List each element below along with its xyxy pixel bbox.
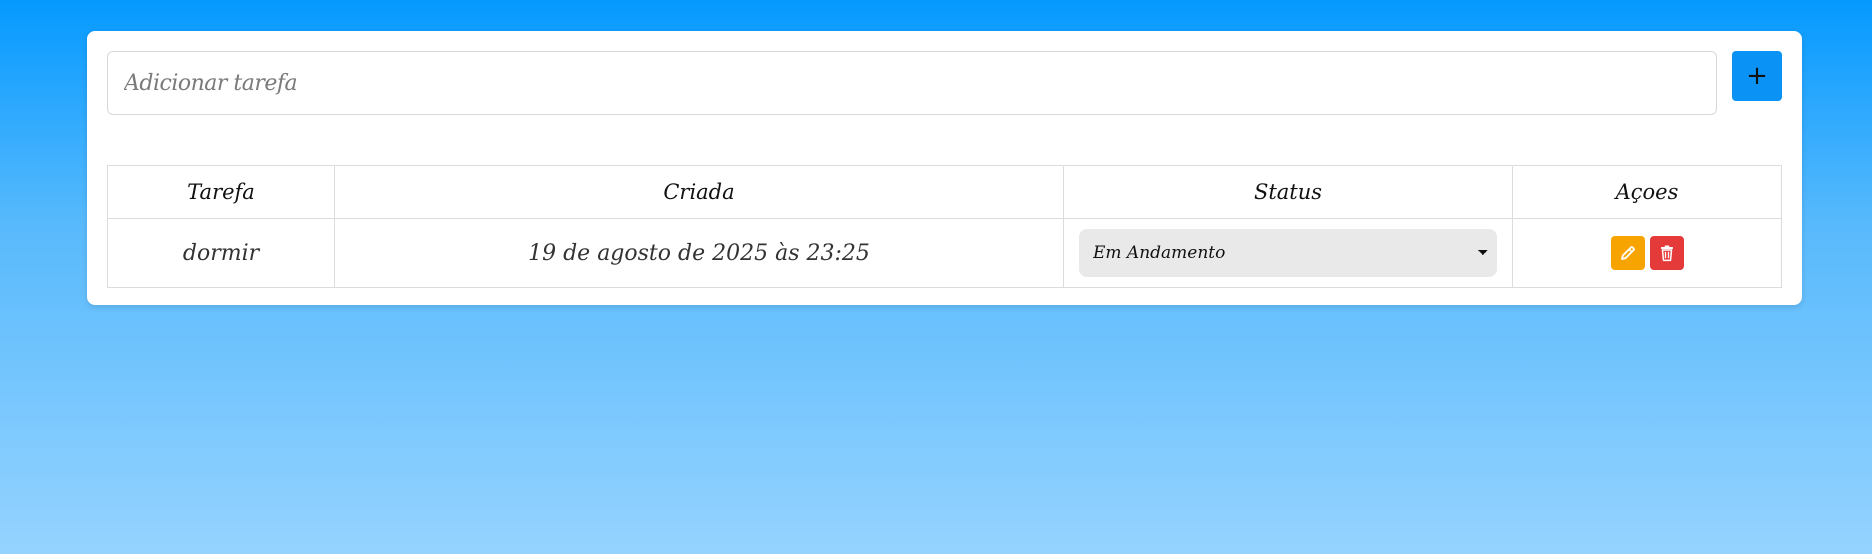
header-status: Status [1063,165,1513,219]
add-task-row: + [107,51,1782,115]
status-cell: Em Andamento [1063,218,1513,288]
edit-button[interactable] [1610,236,1645,270]
task-name-cell: dormir [107,218,335,288]
trash-icon [1658,244,1676,262]
created-date-cell: 19 de agosto de 2025 às 23:25 [334,218,1064,288]
actions-cell [1512,218,1782,288]
header-created: Criada [334,165,1064,219]
delete-button[interactable] [1649,236,1684,270]
pencil-icon [1619,244,1637,262]
row-actions [1610,236,1684,270]
add-task-button[interactable]: + [1732,51,1782,101]
todo-card: + Tarefa Criada Status Açoes dormir 19 d… [87,31,1802,305]
header-task: Tarefa [107,165,335,219]
task-input[interactable] [107,51,1717,115]
tasks-table: Tarefa Criada Status Açoes dormir 19 de … [107,165,1782,288]
table-row: dormir 19 de agosto de 2025 às 23:25 Em … [107,218,1782,288]
header-actions: Açoes [1512,165,1782,219]
table-header-row: Tarefa Criada Status Açoes [107,165,1782,219]
status-select[interactable]: Em Andamento [1079,229,1497,277]
